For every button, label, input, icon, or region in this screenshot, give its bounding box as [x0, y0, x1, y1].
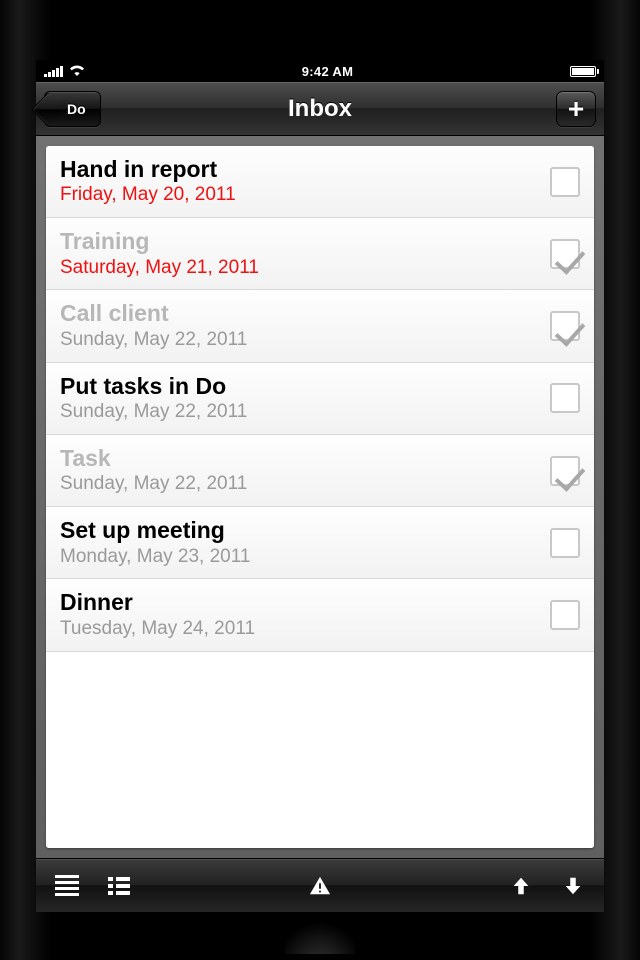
task-checkbox[interactable] — [550, 456, 580, 486]
task-title: Training — [60, 228, 540, 254]
add-button[interactable]: + — [556, 91, 596, 127]
back-button[interactable]: Do — [44, 91, 101, 127]
page-title: Inbox — [36, 95, 604, 123]
view-lines-icon[interactable] — [54, 875, 80, 897]
plus-icon: + — [568, 93, 584, 125]
home-button[interactable] — [285, 914, 355, 954]
status-time: 9:42 AM — [302, 64, 353, 79]
task-date: Saturday, May 21, 2011 — [60, 257, 540, 280]
task-checkbox[interactable] — [550, 528, 580, 558]
list-filler — [46, 652, 594, 848]
phone-frame: 9:42 AM Do Inbox + Hand in reportFriday,… — [0, 0, 640, 960]
task-row[interactable]: Set up meeting Monday, May 23, 2011 — [46, 507, 594, 579]
status-bar: 9:42 AM — [36, 60, 604, 82]
task-checkbox[interactable] — [550, 167, 580, 197]
task-row[interactable]: Call client Sunday, May 22, 2011 — [46, 290, 594, 362]
task-row[interactable]: Hand in reportFriday, May 20, 2011 — [46, 146, 594, 218]
task-title: Hand in report — [60, 156, 540, 182]
arrow-down-icon[interactable] — [560, 875, 586, 897]
task-checkbox[interactable] — [550, 600, 580, 630]
task-date: Sunday, May 22, 2011 — [60, 329, 540, 352]
task-row[interactable]: Dinner Tuesday, May 24, 2011 — [46, 579, 594, 651]
cell-signal-icon — [44, 66, 63, 77]
task-date: Sunday, May 22, 2011 — [60, 473, 540, 496]
screen: 9:42 AM Do Inbox + Hand in reportFriday,… — [36, 60, 604, 912]
content-area: Hand in reportFriday, May 20, 2011Traini… — [36, 136, 604, 858]
task-date: Sunday, May 22, 2011 — [60, 401, 540, 424]
back-button-label: Do — [67, 101, 86, 117]
task-title: Set up meeting — [60, 517, 540, 543]
task-checkbox[interactable] — [550, 239, 580, 269]
alert-icon[interactable] — [307, 875, 333, 897]
task-date: Friday, May 20, 2011 — [60, 184, 540, 207]
task-date: Monday, May 23, 2011 — [60, 546, 540, 569]
navigation-bar: Do Inbox + — [36, 82, 604, 136]
task-row[interactable]: TaskSunday, May 22, 2011 — [46, 435, 594, 507]
task-row[interactable]: Put tasks in DoSunday, May 22, 2011 — [46, 363, 594, 435]
task-date: Tuesday, May 24, 2011 — [60, 618, 540, 641]
task-title: Dinner — [60, 589, 540, 615]
task-checkbox[interactable] — [550, 383, 580, 413]
task-title: Call client — [60, 300, 540, 326]
task-list[interactable]: Hand in reportFriday, May 20, 2011Traini… — [46, 146, 594, 848]
task-title: Task — [60, 445, 540, 471]
wifi-icon — [69, 64, 85, 79]
battery-icon — [570, 66, 596, 77]
task-row[interactable]: Training Saturday, May 21, 2011 — [46, 218, 594, 290]
toolbar — [36, 858, 604, 912]
arrow-up-icon[interactable] — [508, 875, 534, 897]
task-checkbox[interactable] — [550, 311, 580, 341]
view-list-icon[interactable] — [106, 875, 132, 897]
task-title: Put tasks in Do — [60, 373, 540, 399]
